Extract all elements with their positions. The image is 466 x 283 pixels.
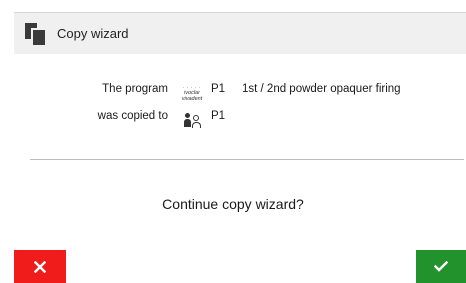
copied-to-label: was copied to: [97, 110, 168, 122]
divider: [30, 159, 464, 160]
dialog-title: Copy wizard: [57, 26, 129, 41]
copy-icon: [25, 22, 47, 45]
dialog-header: Copy wizard: [14, 12, 466, 54]
continue-question: Continue copy wizard?: [162, 196, 304, 212]
program-label: The program: [102, 83, 168, 95]
checkmark-icon: [434, 261, 448, 272]
confirm-button[interactable]: [416, 250, 466, 283]
source-program-id: P1: [211, 83, 226, 95]
cancel-button[interactable]: [14, 250, 66, 283]
user-profile-icon: [184, 113, 202, 129]
target-program-id: P1: [211, 110, 226, 122]
ivoclar-vivadent-logo: · · · · · ivoclar vivadent: [181, 85, 203, 103]
close-icon: [34, 260, 46, 273]
source-program-name: 1st / 2nd powder opaquer firing: [242, 83, 401, 95]
